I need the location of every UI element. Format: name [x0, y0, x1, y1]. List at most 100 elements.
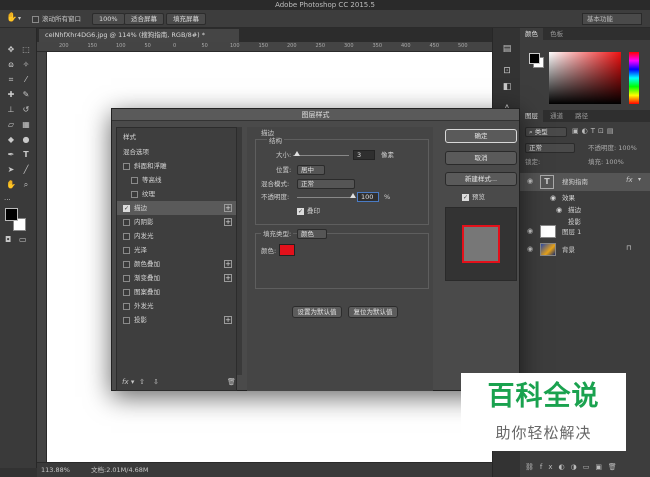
- style-item-checkbox[interactable]: [123, 274, 130, 282]
- hue-slider[interactable]: [629, 52, 639, 104]
- trash-icon[interactable]: 🗑: [227, 378, 236, 386]
- chevron-down-icon[interactable]: ▾: [638, 176, 641, 183]
- style-item[interactable]: 描边 +: [117, 201, 236, 215]
- eye-icon[interactable]: ◉: [527, 227, 533, 235]
- move-down-icon[interactable]: ⇩: [153, 378, 159, 386]
- style-item-checkbox[interactable]: [123, 218, 130, 226]
- layer-filter-icons[interactable]: ▣◐T⊡▤: [572, 127, 616, 135]
- workspace-switcher[interactable]: 基本功能: [582, 13, 642, 25]
- opacity-slider-track[interactable]: [297, 197, 353, 198]
- tab-swatches[interactable]: 色板: [545, 28, 568, 40]
- set-default-button[interactable]: 设置为默认值: [292, 306, 342, 318]
- opacity-input[interactable]: 100: [357, 192, 379, 202]
- properties-panel-icon[interactable]: ⊡: [500, 64, 514, 78]
- eraser-tool-icon[interactable]: ▱: [4, 119, 18, 131]
- style-item-checkbox[interactable]: [123, 288, 130, 296]
- move-up-icon[interactable]: ⇧: [139, 378, 145, 386]
- add-style-icon[interactable]: +: [224, 274, 232, 282]
- layer-row-text[interactable]: ◉ T 搜狗指南 fx ▾: [520, 173, 650, 191]
- crop-tool-icon[interactable]: ⌗: [4, 74, 18, 86]
- history-panel-icon[interactable]: ▤: [500, 42, 514, 56]
- color-panel-fg-swatch[interactable]: [529, 53, 540, 64]
- lasso-tool-icon[interactable]: ɷ: [4, 59, 18, 71]
- eyedropper-icon[interactable]: ⁄: [19, 74, 33, 86]
- layer-kind-filter[interactable]: ⌕ 类型: [525, 127, 567, 137]
- eye-icon[interactable]: ◉: [527, 245, 533, 253]
- style-item[interactable]: 内阴影 +: [117, 215, 236, 229]
- adjustments-panel-icon[interactable]: ◧: [500, 80, 514, 94]
- tab-color[interactable]: 颜色: [520, 28, 543, 40]
- layer-row-background[interactable]: ◉ 背景 ⊓: [520, 241, 650, 259]
- line-tool-icon[interactable]: ╱: [19, 164, 33, 176]
- screen-mode-icon[interactable]: ▭: [19, 235, 27, 244]
- preview-checkbox[interactable]: [462, 193, 469, 201]
- add-style-icon[interactable]: +: [224, 204, 232, 212]
- add-style-icon[interactable]: +: [224, 316, 232, 324]
- style-item[interactable]: 等高线: [117, 173, 236, 187]
- style-item-checkbox[interactable]: [123, 204, 130, 212]
- style-item[interactable]: 颜色叠加 +: [117, 257, 236, 271]
- size-slider-track[interactable]: [293, 155, 349, 156]
- zoom-100-button[interactable]: 100%: [92, 13, 125, 25]
- position-dropdown[interactable]: 居中: [297, 165, 325, 175]
- layer-fill[interactable]: 填充: 100%: [588, 157, 624, 167]
- layer-opacity[interactable]: 不透明度: 100%: [588, 143, 637, 153]
- style-item-checkbox[interactable]: [123, 162, 130, 170]
- style-item[interactable]: 斜面和浮雕: [117, 159, 236, 173]
- add-style-icon[interactable]: +: [224, 260, 232, 268]
- scroll-all-windows-checkbox[interactable]: [32, 15, 39, 23]
- fit-screen-button[interactable]: 适合屏幕: [124, 13, 164, 25]
- style-item[interactable]: 纹理: [117, 187, 236, 201]
- styles-header[interactable]: 样式: [117, 130, 236, 144]
- style-item[interactable]: 渐变叠加 +: [117, 271, 236, 285]
- style-item[interactable]: 图案叠加: [117, 285, 236, 299]
- size-slider-knob[interactable]: [294, 151, 300, 156]
- style-item[interactable]: 投影 +: [117, 313, 236, 327]
- foreground-color-swatch[interactable]: [5, 208, 18, 221]
- zoom-status[interactable]: 113.88%: [41, 463, 70, 477]
- quick-mask-icon[interactable]: ◘: [5, 235, 11, 244]
- fill-screen-button[interactable]: 填充屏幕: [166, 13, 206, 25]
- overprint-checkbox[interactable]: [297, 207, 304, 215]
- lock-icon[interactable]: ⊓: [626, 244, 631, 252]
- tab-paths[interactable]: 路径: [570, 110, 593, 122]
- path-selection-icon[interactable]: ➤: [4, 164, 18, 176]
- chevron-down-icon[interactable]: ▾: [18, 15, 21, 22]
- document-tab[interactable]: ceINhfXhr4DG6.jpg @ 114% (搜狗指南, RGB/8#) …: [39, 29, 239, 42]
- style-item-checkbox[interactable]: [123, 316, 130, 324]
- stroke-blend-dropdown[interactable]: 正常: [297, 179, 355, 189]
- zoom-tool-icon[interactable]: ⌕: [19, 179, 33, 191]
- ok-button[interactable]: 确定: [445, 129, 517, 143]
- blend-mode-dropdown[interactable]: 正常: [525, 143, 575, 153]
- style-item-checkbox[interactable]: [123, 232, 130, 240]
- add-style-icon[interactable]: +: [224, 218, 232, 226]
- style-item-checkbox[interactable]: [123, 302, 130, 310]
- layers-panel-footer-icons[interactable]: ⛓fx◐◑▭▣🗑: [525, 463, 623, 471]
- style-item-checkbox[interactable]: [131, 176, 138, 184]
- stamp-tool-icon[interactable]: ⊥: [4, 104, 18, 116]
- fx-icon[interactable]: fx: [626, 176, 633, 184]
- hand-tool-icon[interactable]: ✋: [6, 13, 17, 23]
- hand-tool-icon-sidebar[interactable]: ✋: [4, 179, 18, 191]
- marquee-tool-icon[interactable]: ⬚: [19, 44, 33, 56]
- blend-options-item[interactable]: 混合选项: [117, 145, 236, 159]
- more-tools-icon[interactable]: ···: [4, 196, 11, 204]
- history-brush-icon[interactable]: ↺: [19, 104, 33, 116]
- type-tool-icon[interactable]: T: [19, 149, 33, 161]
- healing-brush-icon[interactable]: ✚: [4, 89, 18, 101]
- brush-tool-icon[interactable]: ✎: [19, 89, 33, 101]
- style-item[interactable]: 光泽: [117, 243, 236, 257]
- size-input[interactable]: 3: [353, 150, 375, 160]
- stroke-color-swatch[interactable]: [279, 244, 295, 256]
- fill-type-dropdown[interactable]: 颜色: [297, 229, 327, 239]
- pen-tool-icon[interactable]: ✒: [4, 149, 18, 161]
- tab-channels[interactable]: 通道: [545, 110, 568, 122]
- style-item-checkbox[interactable]: [131, 190, 138, 198]
- style-item[interactable]: 外发光: [117, 299, 236, 313]
- fx-menu-icon[interactable]: fx ▾: [122, 378, 134, 386]
- magic-wand-icon[interactable]: ✧: [19, 59, 33, 71]
- blur-tool-icon[interactable]: ◆: [4, 134, 18, 146]
- layer-row-pixel[interactable]: ◉ 图层 1: [520, 223, 650, 241]
- cancel-button[interactable]: 取消: [445, 151, 517, 165]
- gradient-tool-icon[interactable]: ▦: [19, 119, 33, 131]
